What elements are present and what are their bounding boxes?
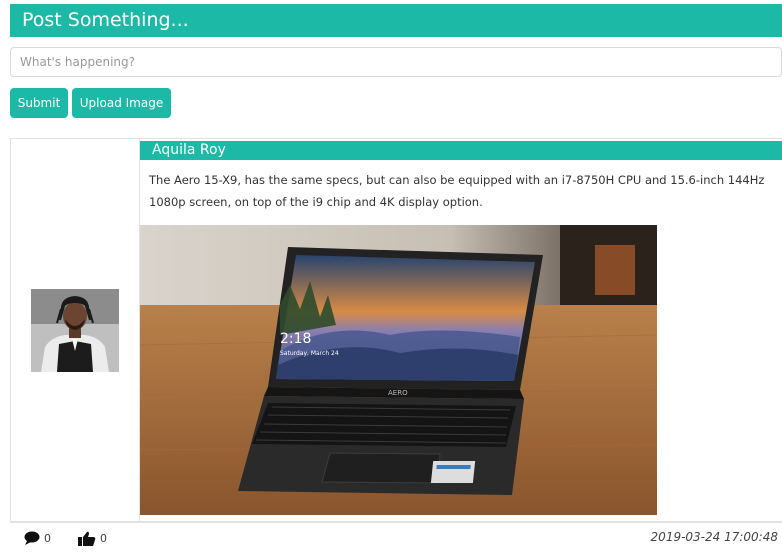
post-input[interactable] [10,47,782,77]
like-button[interactable]: 0 [78,531,107,546]
compose-title: Post Something... [22,9,189,31]
comment-count: 0 [44,531,51,545]
post-timestamp: 2019-03-24 17:00:48 [650,530,778,544]
post-text: The Aero 15-X9, has the same specs, but … [149,173,765,209]
avatar-column [11,139,140,521]
screen-date: Saturday, March 24 [280,350,339,357]
post-footer: 0 0 2019-03-24 17:00:48 [10,522,782,552]
post-card: Aquila Roy The Aero 15-X9, has the same … [10,138,782,522]
laptop-photo: 2:18 Saturday, March 24 AERO [140,225,657,515]
laptop-brand: AERO [388,389,408,397]
author-name-bar: Aquila Roy [140,141,782,160]
like-count: 0 [100,532,107,545]
thumbs-up-icon [78,531,96,546]
post-image[interactable]: 2:18 Saturday, March 24 AERO [140,225,657,515]
compose-header: Post Something... [10,4,782,37]
upload-image-button[interactable]: Upload Image [72,88,171,118]
submit-button[interactable]: Submit [10,88,68,118]
comment-icon [24,531,40,545]
avatar-image [31,289,119,372]
avatar[interactable] [31,289,119,372]
comment-button[interactable]: 0 [24,531,51,545]
author-name[interactable]: Aquila Roy [152,142,226,158]
screen-time: 2:18 [280,331,311,347]
